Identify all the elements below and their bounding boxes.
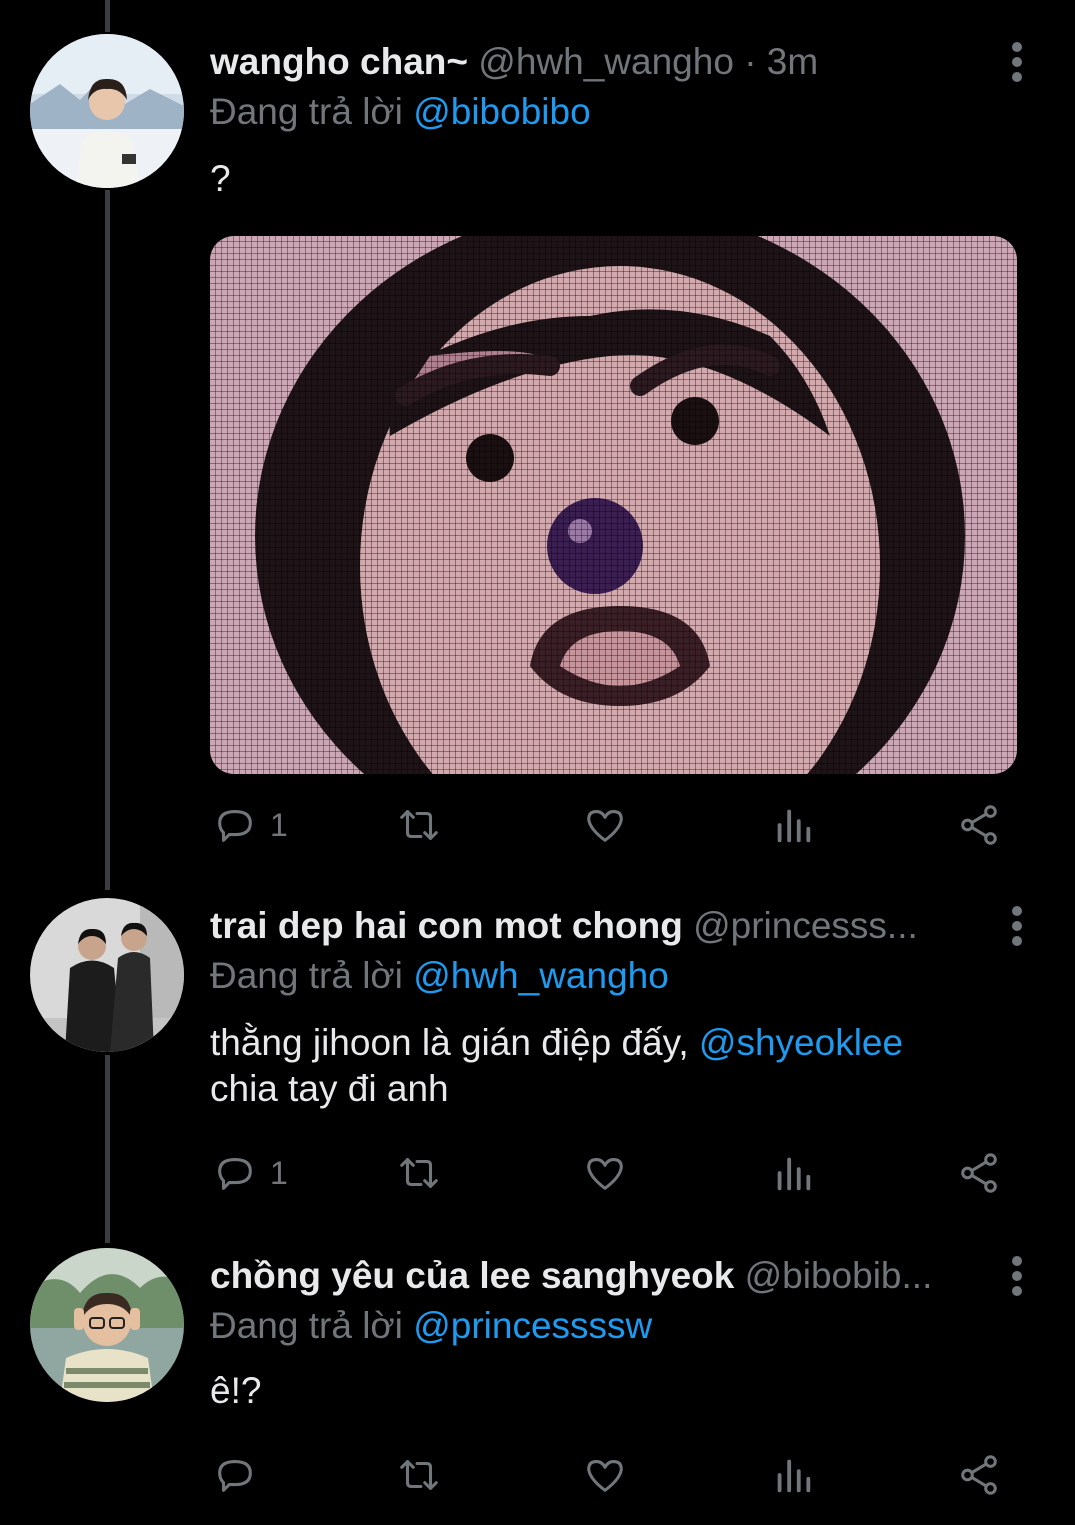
tweet-text: thằng jihoon là gián điệp đấy, @shyeokle… [210,1020,995,1112]
like-button[interactable] [582,1450,628,1500]
timestamp[interactable]: · 3m [744,41,818,82]
like-icon [587,810,623,842]
replying-mention[interactable]: @hwh_wangho [413,955,669,996]
like-icon [587,1158,623,1190]
text-mention[interactable]: @shyeoklee [699,1022,903,1063]
views-icon [777,1459,811,1493]
user-handle[interactable]: @princesss... [693,905,918,946]
views-button[interactable] [770,800,816,850]
reply-icon [218,810,252,842]
retweet-button[interactable] [396,800,442,850]
like-icon [587,1460,623,1492]
tweet-actions: 1 [210,800,1010,850]
reply-icon [218,1460,252,1492]
more-icon[interactable] [1007,1254,1027,1298]
user-handle[interactable]: @bibobib... [745,1255,933,1296]
like-button[interactable] [582,1148,628,1198]
tweet-header: chồng yêu của lee sanghyeok @bibobib... [210,1254,985,1298]
avatar[interactable] [30,1248,184,1402]
replying-prefix: Đang trả lời [210,91,403,132]
avatar[interactable] [30,898,184,1052]
tweet-image[interactable] [210,236,1017,774]
thread-line-1 [105,190,110,890]
replying-to: Đang trả lời @hwh_wangho [210,954,669,998]
share-icon [961,1455,997,1495]
more-icon[interactable] [1007,904,1027,948]
more-icon[interactable] [1007,40,1027,84]
retweet-icon [400,1460,438,1490]
replying-prefix: Đang trả lời [210,955,403,996]
replying-prefix: Đang trả lời [210,1305,403,1346]
reply-count: 1 [270,806,288,843]
share-icon [961,1153,997,1193]
display-name[interactable]: chồng yêu của lee sanghyeok [210,1255,734,1296]
thread-line-2 [105,1055,110,1243]
share-button[interactable] [956,1450,1002,1500]
retweet-button[interactable] [396,1148,442,1198]
views-icon [777,1157,811,1191]
share-button[interactable] [956,1148,1002,1198]
views-icon [777,809,811,843]
reply-button[interactable] [212,1450,270,1500]
tweet-actions: 1 [210,1148,1010,1198]
display-name[interactable]: trai dep hai con mot chong [210,905,683,946]
like-button[interactable] [582,800,628,850]
tweet-header: wangho chan~ @hwh_wangho · 3m [210,40,985,84]
reply-button[interactable]: 1 [212,1148,288,1198]
retweet-icon [400,1158,438,1188]
tweet-text: ê!? [210,1370,262,1411]
share-button[interactable] [956,800,1002,850]
replying-mention[interactable]: @princessssw [413,1305,652,1346]
replying-to: Đang trả lời @bibobibo [210,90,591,134]
retweet-icon [400,810,438,840]
reply-button[interactable]: 1 [212,800,288,850]
user-handle[interactable]: @hwh_wangho [478,41,734,82]
reply-count: 1 [270,1154,288,1191]
display-name[interactable]: wangho chan~ [210,41,468,82]
reply-icon [218,1158,252,1190]
share-icon [961,805,997,845]
tweet-text: ? [210,158,231,199]
tweet-text-part: thằng jihoon là gián điệp đấy, [210,1022,699,1063]
views-button[interactable] [770,1450,816,1500]
replying-mention[interactable]: @bibobibo [413,91,590,132]
tweet-header: trai dep hai con mot chong @princesss... [210,904,985,948]
tweet-actions [210,1450,1010,1500]
avatar[interactable] [30,34,184,188]
replying-to: Đang trả lời @princessssw [210,1304,652,1348]
retweet-button[interactable] [396,1450,442,1500]
thread-line-top [105,0,110,32]
tweet-text-part: chia tay đi anh [210,1068,449,1109]
views-button[interactable] [770,1148,816,1198]
